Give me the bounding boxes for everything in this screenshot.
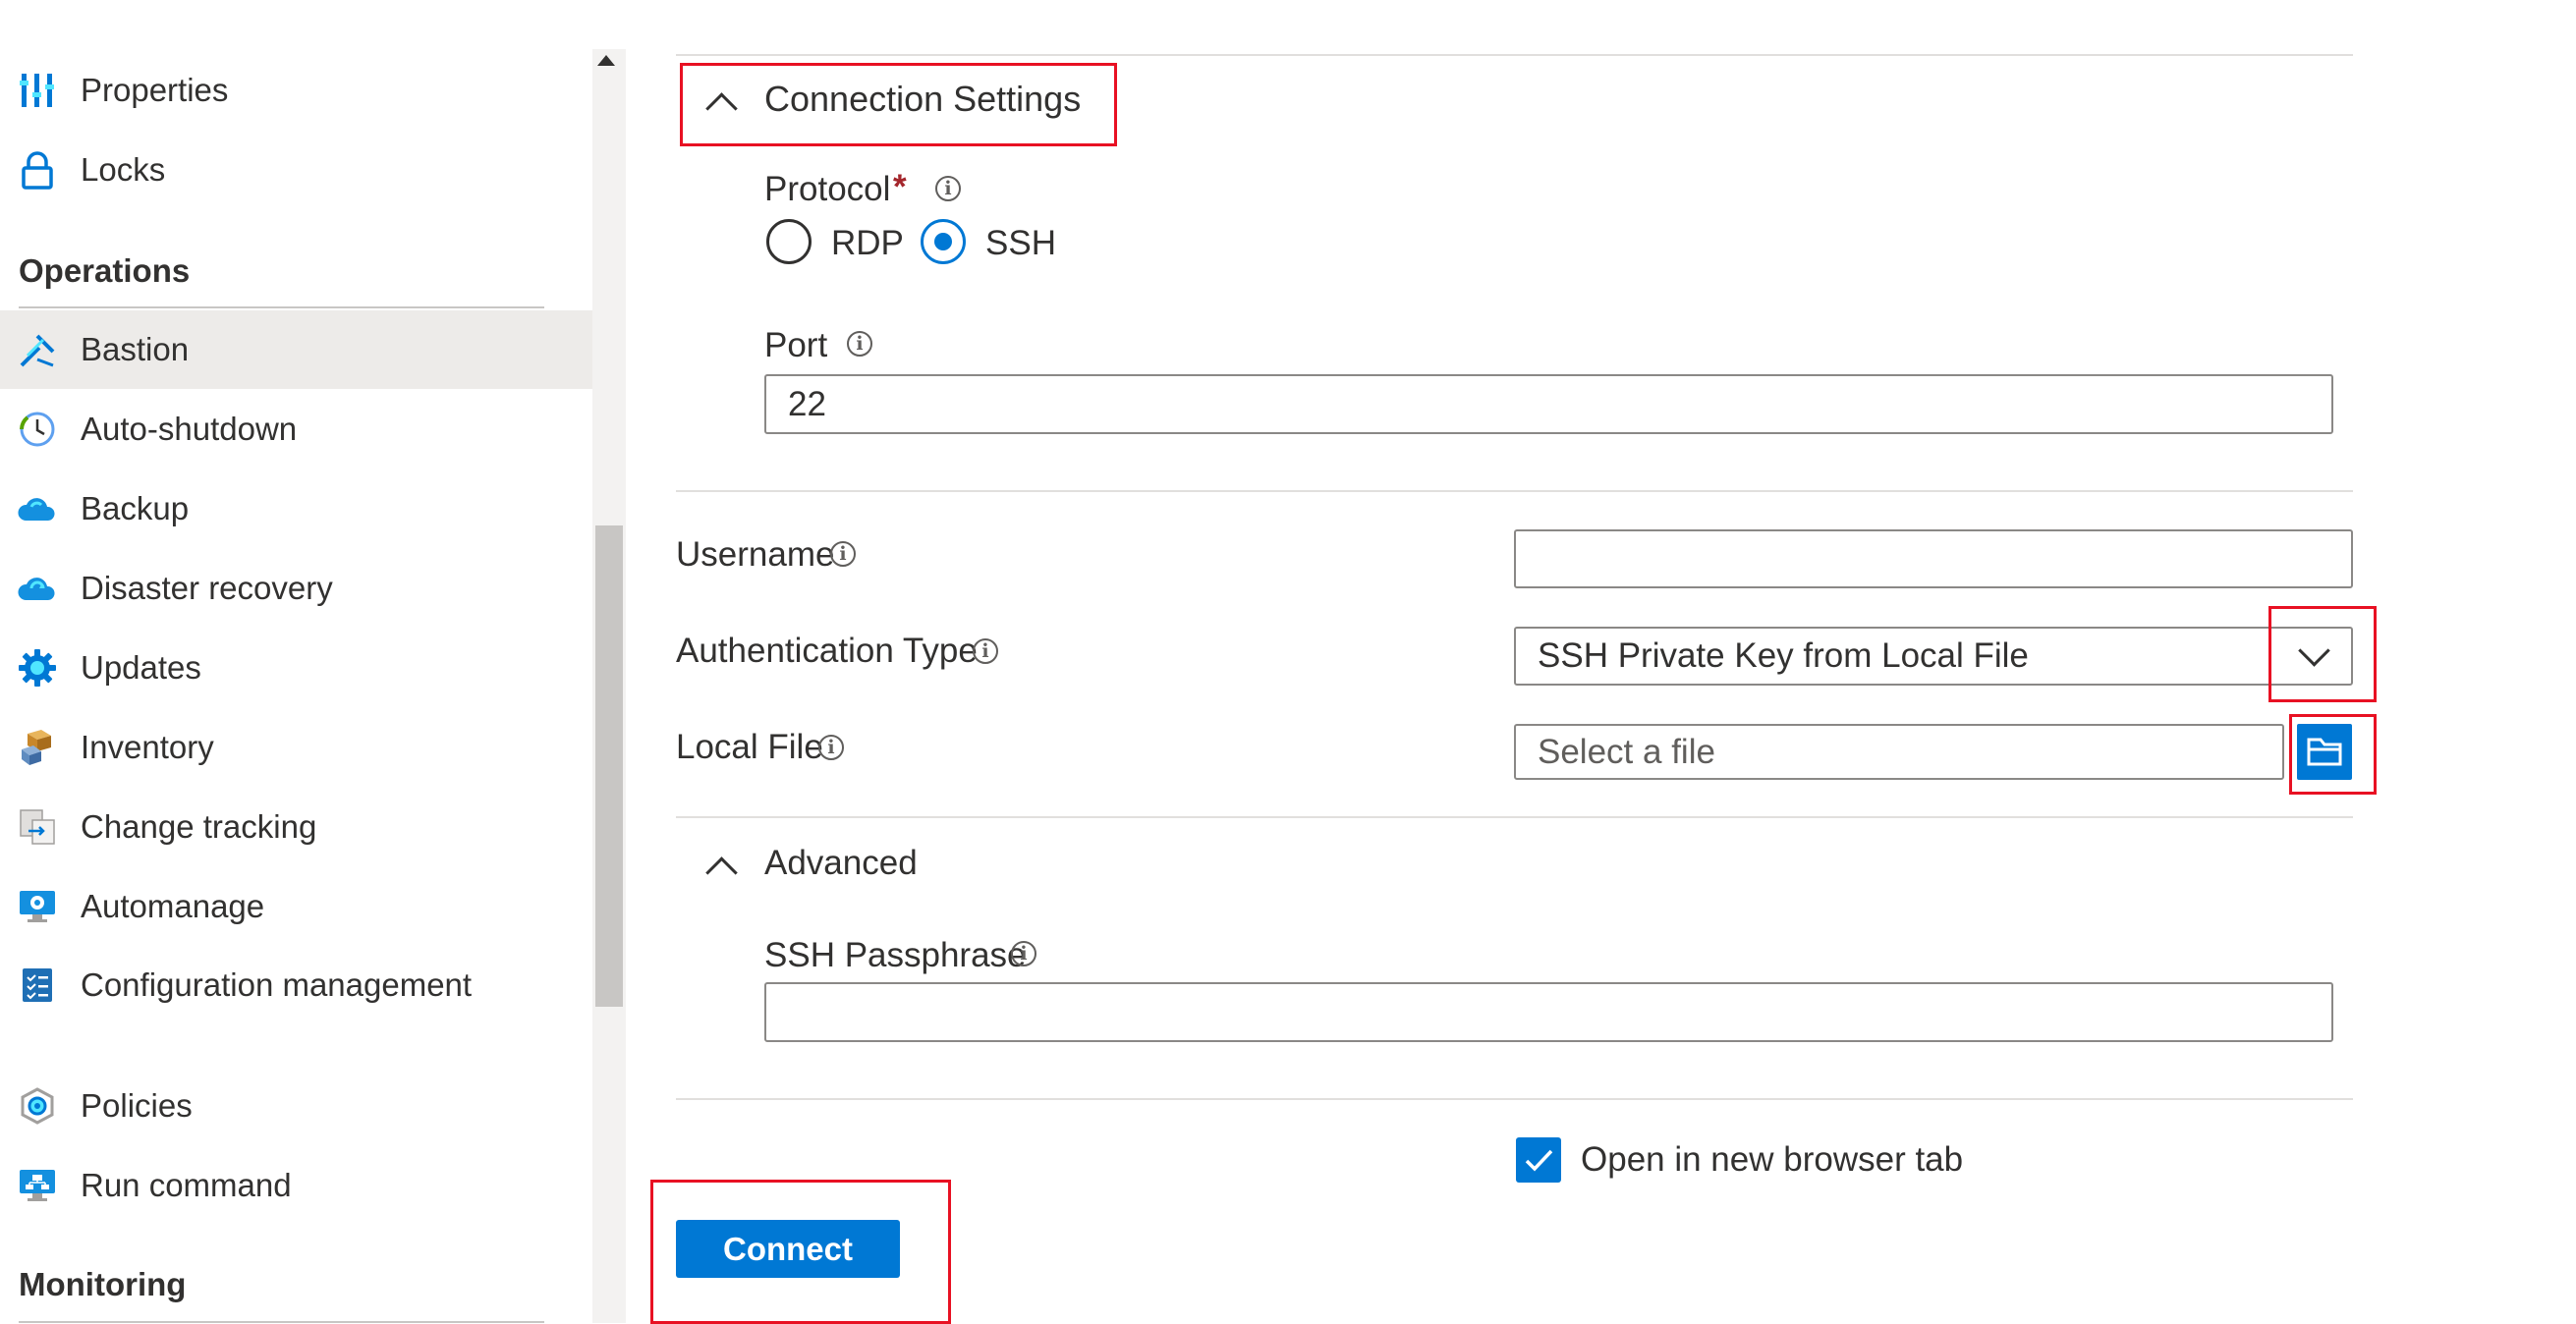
highlight-box bbox=[2268, 606, 2377, 702]
sidebar-item-label: Change tracking bbox=[81, 808, 317, 845]
info-icon[interactable]: i bbox=[847, 331, 872, 357]
radio-rdp[interactable] bbox=[766, 219, 812, 264]
ssh-passphrase-input[interactable] bbox=[764, 982, 2333, 1042]
operations-section-header: Operations bbox=[19, 252, 191, 289]
local-file-label: Local File bbox=[676, 728, 823, 766]
sidebar-item-auto-shutdown[interactable]: Auto-shutdown bbox=[0, 390, 592, 469]
username-input[interactable] bbox=[1514, 529, 2353, 588]
sidebar-item-label: Locks bbox=[81, 151, 166, 188]
sidebar-item-label: Bastion bbox=[81, 331, 190, 367]
open-new-tab-label[interactable]: Open in new browser tab bbox=[1581, 1140, 1963, 1180]
auth-type-label: Authentication Type bbox=[676, 632, 978, 670]
open-new-tab-checkbox[interactable] bbox=[1516, 1137, 1561, 1183]
cloud-backup-icon bbox=[18, 489, 57, 528]
divider bbox=[676, 1098, 2353, 1100]
sidebar-item-label: Automanage bbox=[81, 888, 265, 924]
monitor-gear-icon bbox=[18, 887, 57, 926]
sidebar-item-locks[interactable]: Locks bbox=[0, 131, 592, 209]
info-icon[interactable]: i bbox=[1011, 941, 1036, 966]
checklist-icon bbox=[18, 965, 57, 1005]
required-asterisk: * bbox=[893, 168, 907, 206]
sidebar-item-label: Disaster recovery bbox=[81, 570, 333, 606]
auth-type-value: SSH Private Key from Local File bbox=[1538, 636, 2029, 675]
clock-icon bbox=[18, 410, 57, 449]
connect-button[interactable]: Connect bbox=[676, 1220, 900, 1278]
scrollbar-thumb[interactable] bbox=[595, 525, 623, 1007]
sidebar-item-run-command[interactable]: Run command bbox=[0, 1146, 592, 1225]
sidebar-item-automanage[interactable]: Automanage bbox=[0, 867, 592, 946]
divider bbox=[676, 54, 2353, 56]
divider bbox=[676, 490, 2353, 492]
port-label: Port bbox=[764, 326, 828, 364]
run-command-icon bbox=[18, 1166, 57, 1205]
divider bbox=[676, 816, 2353, 818]
sidebar-item-bastion[interactable]: Bastion bbox=[0, 310, 592, 389]
sidebar-item-disaster-recovery[interactable]: Disaster recovery bbox=[0, 549, 592, 628]
sidebar-item-label: Properties bbox=[81, 72, 229, 108]
auth-type-dropdown[interactable]: SSH Private Key from Local File bbox=[1514, 627, 2353, 686]
sidebar-item-inventory[interactable]: Inventory bbox=[0, 708, 592, 787]
scroll-up-arrow-icon[interactable] bbox=[597, 55, 615, 66]
protocol-label: Protocol bbox=[764, 170, 891, 208]
gear-icon bbox=[18, 648, 57, 688]
sidebar-item-label: Run command bbox=[81, 1167, 292, 1203]
radio-ssh-label[interactable]: SSH bbox=[985, 224, 1056, 263]
connection-settings-title[interactable]: Connection Settings bbox=[764, 79, 1081, 120]
radio-rdp-label[interactable]: RDP bbox=[831, 224, 904, 263]
policy-icon bbox=[18, 1086, 57, 1126]
change-tracking-icon bbox=[18, 807, 57, 847]
bastion-icon bbox=[18, 330, 57, 369]
info-icon[interactable]: i bbox=[935, 176, 961, 201]
sidebar-item-label: Auto-shutdown bbox=[81, 411, 298, 447]
port-input[interactable]: 22 bbox=[764, 374, 2333, 434]
info-icon[interactable]: i bbox=[818, 735, 844, 760]
sidebar-item-change-tracking[interactable]: Change tracking bbox=[0, 788, 592, 866]
checkmark-icon bbox=[1516, 1137, 1561, 1187]
sidebar: Properties Locks Operations Bastion Auto… bbox=[0, 0, 592, 1323]
port-value: 22 bbox=[788, 384, 826, 423]
boxes-icon bbox=[18, 728, 57, 767]
sidebar-item-updates[interactable]: Updates bbox=[0, 629, 592, 707]
sidebar-item-properties[interactable]: Properties bbox=[0, 51, 592, 130]
ssh-passphrase-label: SSH Passphrase bbox=[764, 936, 1027, 974]
info-icon[interactable]: i bbox=[830, 541, 856, 567]
section-divider bbox=[19, 306, 544, 308]
sidebar-item-configuration-management[interactable]: Configuration management bbox=[0, 946, 592, 1024]
lock-icon bbox=[18, 150, 57, 190]
local-file-placeholder: Select a file bbox=[1538, 732, 1715, 771]
cloud-recovery-icon bbox=[18, 569, 57, 608]
monitoring-section-header: Monitoring bbox=[19, 1266, 187, 1302]
sidebar-item-label: Backup bbox=[81, 490, 190, 526]
sidebar-item-label: Inventory bbox=[81, 729, 214, 765]
properties-icon bbox=[18, 71, 57, 110]
sidebar-item-backup[interactable]: Backup bbox=[0, 469, 592, 548]
sidebar-item-policies[interactable]: Policies bbox=[0, 1067, 592, 1145]
username-label: Username bbox=[676, 535, 835, 574]
advanced-title[interactable]: Advanced bbox=[764, 844, 918, 883]
info-icon[interactable]: i bbox=[973, 638, 998, 664]
radio-ssh[interactable] bbox=[921, 219, 966, 264]
chevron-up-icon[interactable] bbox=[705, 856, 738, 889]
sidebar-item-label: Policies bbox=[81, 1087, 193, 1124]
sidebar-item-label: Updates bbox=[81, 649, 201, 686]
sidebar-item-label: Configuration management bbox=[81, 966, 473, 1003]
highlight-box bbox=[2289, 714, 2377, 795]
local-file-input[interactable]: Select a file bbox=[1514, 724, 2284, 780]
